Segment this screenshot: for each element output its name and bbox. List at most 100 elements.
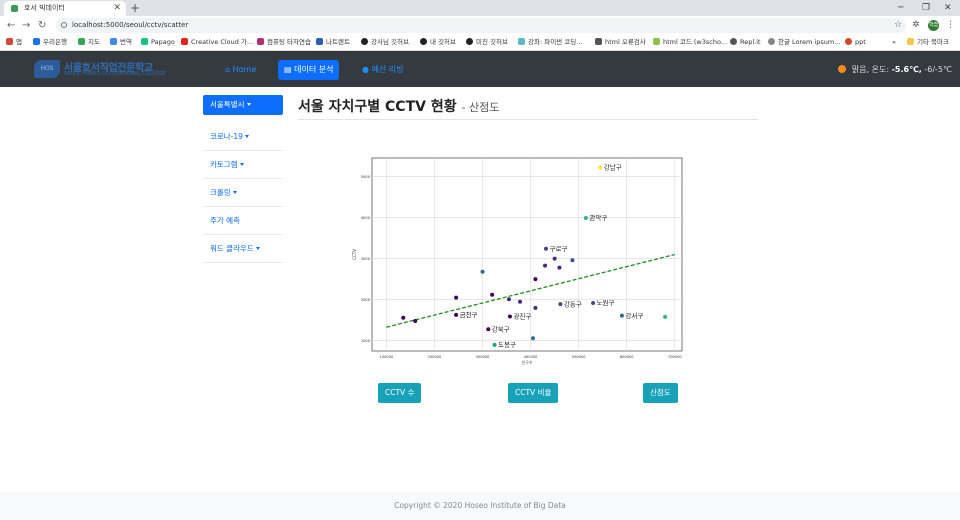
cctv-scatter-chart: 100000 200000 300000 400000 500000 600000 7000…	[352, 157, 683, 365]
data-point	[543, 246, 548, 251]
x-tick-label: 100000	[380, 355, 394, 359]
adobe-icon	[181, 38, 188, 45]
browser-tab[interactable]: 호서 빅데이터 ✕	[4, 1, 126, 16]
x-tick-label: 400000	[524, 355, 538, 359]
back-icon[interactable]: ←	[7, 16, 15, 35]
sidebar-item-stock[interactable]: 주가 예측	[203, 207, 283, 235]
reload-icon[interactable]: ↻	[38, 16, 46, 35]
point-label: 관악구	[589, 213, 607, 222]
papago-icon	[141, 38, 148, 45]
browser-toolbar: ← → ↻ localhost:5000/seoul/cctv/scatter …	[0, 16, 960, 35]
title-divider	[298, 119, 758, 120]
torrent-icon	[316, 38, 323, 45]
profile-avatar[interactable]: 학습	[928, 20, 939, 31]
caret-down-icon	[244, 135, 249, 138]
bookmark-item[interactable]: 나트렌트	[316, 35, 350, 50]
sidebar-item-seoul[interactable]: 서울특별시	[203, 95, 283, 115]
bookmark-item[interactable]: Papago	[141, 35, 175, 50]
data-point	[533, 305, 538, 310]
data-point	[570, 258, 575, 263]
scatter-button[interactable]: 산점도	[643, 383, 678, 403]
data-point	[663, 314, 668, 319]
bookmark-item[interactable]: 번역	[110, 35, 132, 50]
bookmark-item[interactable]: html 오류검사	[595, 35, 646, 50]
forward-icon[interactable]: →	[22, 16, 30, 35]
site-logo[interactable]: HOS 서울호서직업전문학교 SEOUL HOSEO OCCUPATIONAL …	[34, 58, 174, 80]
data-point	[492, 342, 497, 347]
y-axis-label: CCTV	[352, 249, 357, 260]
minimize-icon[interactable]: ─	[898, 0, 903, 16]
google-icon	[110, 38, 117, 45]
github-icon	[361, 38, 368, 45]
x-tick-label: 600000	[620, 355, 634, 359]
y-tick-label: 4000	[361, 216, 371, 220]
site-navbar: HOS 서울호서직업전문학교 SEOUL HOSEO OCCUPATIONAL …	[0, 51, 960, 87]
data-point	[454, 312, 459, 317]
data-point	[552, 256, 557, 261]
data-point	[506, 297, 511, 302]
info-icon[interactable]	[61, 22, 67, 28]
data-point	[490, 292, 495, 297]
y-tick-label: 3000	[361, 257, 371, 261]
github-icon	[420, 38, 427, 45]
maps-icon	[78, 38, 85, 45]
menu-kebab-icon[interactable]: ⋮	[946, 16, 955, 35]
bookmark-item[interactable]: 컴퓨팅 타자연습	[257, 35, 311, 50]
logo-subtitle: SEOUL HOSEO OCCUPATIONAL COLLEGE	[64, 71, 166, 77]
sidebar-item-crawling[interactable]: 크롤링	[203, 179, 283, 207]
course-icon	[518, 38, 525, 45]
home-icon: ⌂	[225, 65, 231, 74]
sidebar-item-cartogram[interactable]: 카토그램	[203, 151, 283, 179]
bookmark-item[interactable]: Creative Cloud 가...	[181, 35, 253, 50]
footer: Copyright © 2020 Hoseo Institute of Big …	[0, 492, 960, 520]
w3schools-icon	[653, 38, 660, 45]
bookmark-item[interactable]: 한글 Lorem ipsum...	[768, 35, 840, 50]
bookmark-item[interactable]: 내 깃허브	[420, 35, 456, 50]
bookmark-item[interactable]: 강사님 깃허브	[361, 35, 409, 50]
tab-close-icon[interactable]: ✕	[113, 1, 121, 16]
bookmark-item[interactable]: html 코드 (w3scho...	[653, 35, 727, 50]
point-label: 도봉구	[498, 341, 516, 349]
point-label: 금천구	[460, 310, 478, 319]
page-subtitle: - 산점도	[461, 101, 500, 114]
x-tick-label: 300000	[476, 355, 490, 359]
cctv-ratio-button[interactable]: CCTV 비율	[508, 383, 559, 403]
nav-data-analysis[interactable]: ▤ 데이터 분석	[278, 60, 340, 80]
school-emblem-icon: HOS	[34, 60, 60, 78]
close-window-icon[interactable]: ✕	[944, 0, 952, 16]
y-tick-label: 1000	[361, 339, 371, 343]
restore-icon[interactable]: ❐	[922, 0, 930, 16]
address-input[interactable]: localhost:5000/seoul/cctv/scatter	[56, 18, 906, 33]
bookmark-other[interactable]: 기타 북마크	[907, 35, 949, 50]
bookmark-item[interactable]: 우리은행	[33, 35, 67, 50]
sidebar-item-covid[interactable]: 코로나-19	[203, 123, 283, 151]
bookmark-item[interactable]: 지도	[78, 35, 100, 50]
page-title: 서울 자치구별 CCTV 현황 - 산점도	[298, 99, 500, 115]
data-point	[480, 269, 485, 274]
extensions-icon[interactable]: ✲	[912, 16, 920, 35]
bookmark-apps[interactable]: 앱	[6, 35, 22, 50]
globe-icon	[768, 38, 775, 45]
data-point	[413, 319, 418, 324]
nav-third[interactable]: ● 예선 리빙	[356, 60, 410, 80]
point-label: 강남구	[604, 163, 622, 172]
bookmarks-bar: 앱 우리은행 지도 번역 Papago Creative Cloud 가... …	[0, 35, 960, 51]
cctv-count-button[interactable]: CCTV 수	[378, 383, 422, 403]
weather-widget: 맑음, 온도: -5.6℃, -6/-5℃	[838, 64, 952, 75]
x-tick-label: 500000	[572, 355, 586, 359]
github-icon	[466, 38, 473, 45]
bookmark-item[interactable]: 미진 깃허브	[466, 35, 508, 50]
bookmark-item[interactable]: Repl.it	[730, 35, 761, 50]
data-point	[598, 165, 603, 170]
new-tab-icon[interactable]: +	[130, 0, 140, 16]
data-point	[531, 336, 536, 341]
nav-home[interactable]: ⌂ Home	[219, 60, 262, 80]
sun-icon	[838, 65, 847, 73]
chart-icon: ▤	[284, 65, 292, 74]
bookmarks-overflow-icon[interactable]: »	[892, 35, 896, 50]
caret-down-icon	[239, 163, 244, 166]
bookmark-star-icon[interactable]: ☆	[894, 16, 902, 35]
bookmark-item[interactable]: 강좌: 파이썬 코딩...	[518, 35, 582, 50]
bookmark-item[interactable]: ppt	[845, 35, 866, 50]
sidebar-item-wordcloud[interactable]: 워드 클라우드	[203, 235, 283, 263]
